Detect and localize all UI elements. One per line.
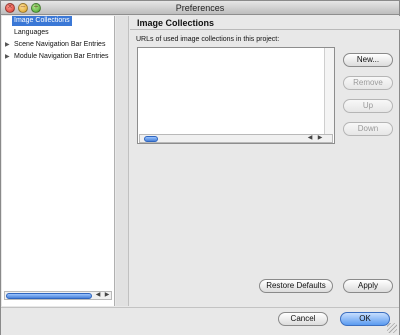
dialog-button-bar: Cancel OK: [1, 307, 399, 335]
preferences-window: × – + Preferences Image Collections Lang…: [0, 0, 400, 335]
apply-button[interactable]: Apply: [343, 279, 393, 293]
new-button[interactable]: New...: [343, 53, 393, 67]
remove-button[interactable]: Remove: [343, 76, 393, 90]
expand-arrow-icon[interactable]: ▶: [5, 52, 10, 62]
ok-button[interactable]: OK: [340, 312, 390, 326]
sidebar-horizontal-scrollbar[interactable]: ◀ ▶: [4, 291, 112, 300]
scroll-left-icon[interactable]: ◀: [94, 292, 102, 299]
cancel-button[interactable]: Cancel: [278, 312, 328, 326]
list-vertical-scrollbar[interactable]: [324, 48, 334, 134]
restore-defaults-button[interactable]: Restore Defaults: [259, 279, 333, 293]
scroll-left-icon[interactable]: ◀: [306, 135, 314, 142]
down-button[interactable]: Down: [343, 122, 393, 136]
list-horizontal-scrollbar[interactable]: ◀ ▶: [139, 134, 333, 143]
tree-item-label: Image Collections: [12, 16, 72, 26]
window-title: Preferences: [175, 3, 225, 13]
image-collections-list[interactable]: ◀ ▶: [137, 47, 335, 144]
preferences-tree[interactable]: Image Collections Languages ▶ Scene Navi…: [2, 16, 115, 306]
split-pane-divider[interactable]: [116, 16, 129, 306]
scroll-right-icon[interactable]: ▶: [316, 135, 324, 142]
expand-arrow-icon[interactable]: ▶: [5, 40, 10, 50]
scrollbar-thumb[interactable]: [6, 293, 92, 299]
tree-item-label: Languages: [14, 29, 49, 36]
page-title: Image Collections: [130, 16, 400, 30]
up-button[interactable]: Up: [343, 99, 393, 113]
scrollbar-thumb[interactable]: [144, 136, 158, 142]
tree-item-label: Scene Navigation Bar Entries: [14, 41, 106, 48]
resize-grip-icon[interactable]: [387, 323, 397, 333]
tree-item-label: Module Navigation Bar Entries: [14, 53, 109, 60]
title-bar[interactable]: × – + Preferences: [1, 1, 399, 15]
scroll-right-icon[interactable]: ▶: [103, 292, 111, 299]
image-collections-list-label: URLs of used image collections in this p…: [136, 36, 280, 43]
